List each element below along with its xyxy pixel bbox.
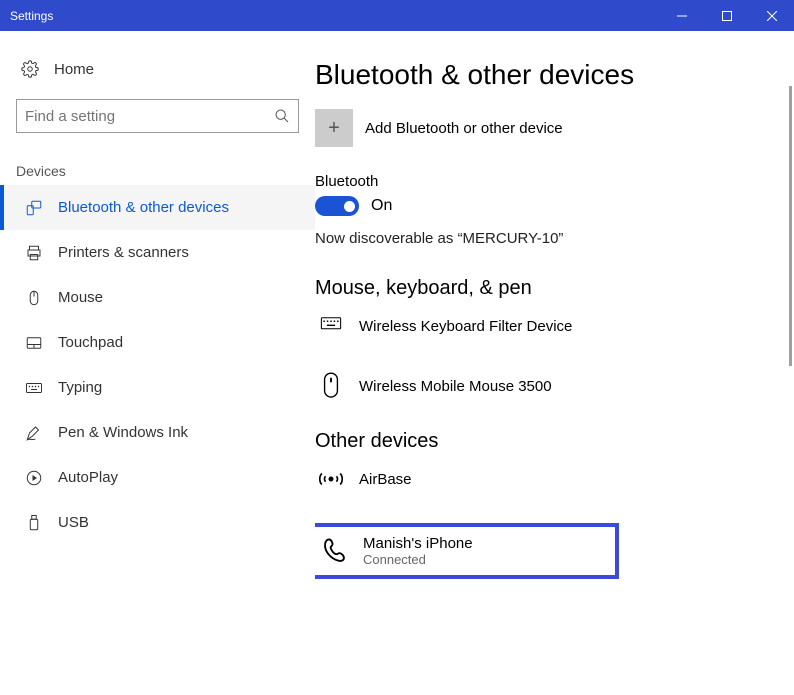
device-keyboard[interactable]: Wireless Keyboard Filter Device [315,310,776,342]
toggle-knob [344,201,355,212]
maximize-button[interactable] [704,0,749,31]
add-device-label: Add Bluetooth or other device [365,120,563,137]
bluetooth-label: Bluetooth [315,173,776,190]
sidebar-item-usb[interactable]: USB [0,500,315,545]
minimize-button[interactable] [659,0,704,31]
device-mouse[interactable]: Wireless Mobile Mouse 3500 [315,370,776,402]
nav-label: Typing [58,379,102,396]
sidebar-item-touchpad[interactable]: Touchpad [0,320,315,365]
category-other: Other devices [315,430,776,453]
nav-label: Printers & scanners [58,244,189,261]
nav-label: Pen & Windows Ink [58,424,188,441]
nav-label: AutoPlay [58,469,118,486]
titlebar: Settings [0,0,794,31]
keyboard-icon [315,310,347,342]
pen-icon [24,424,44,442]
main-content: Bluetooth & other devices + Add Bluetoot… [315,31,794,695]
nav-label: Touchpad [58,334,123,351]
plus-icon: + [315,109,353,147]
touchpad-icon [24,334,44,352]
nav-label: Mouse [58,289,103,306]
window-title: Settings [10,9,659,23]
device-name: Wireless Keyboard Filter Device [359,318,572,335]
sidebar-item-pen[interactable]: Pen & Windows Ink [0,410,315,455]
scrollbar-thumb[interactable] [789,86,792,366]
bluetooth-devices-icon [24,199,44,217]
mouse-icon [24,289,44,307]
bluetooth-toggle[interactable] [315,196,359,216]
cast-icon [315,463,347,495]
nav-label: USB [58,514,89,531]
home-label: Home [54,61,94,78]
highlighted-device: Manish's iPhone Connected [315,523,619,579]
device-iphone[interactable]: Manish's iPhone Connected [319,535,615,567]
category-mkp: Mouse, keyboard, & pen [315,277,776,300]
sidebar-item-typing[interactable]: Typing [0,365,315,410]
sidebar: Home Devices Bluetooth & other devices P… [0,31,315,695]
device-status: Connected [363,552,473,567]
group-devices-label: Devices [0,151,315,185]
bluetooth-toggle-row: On [315,196,776,216]
search-icon [274,108,290,124]
add-device-row[interactable]: + Add Bluetooth or other device [315,109,776,147]
device-airbase[interactable]: AirBase [315,463,776,495]
home-link[interactable]: Home [0,49,315,89]
phone-icon [319,535,351,567]
device-name: AirBase [359,471,412,488]
device-name: Wireless Mobile Mouse 3500 [359,378,552,395]
search-input[interactable] [25,108,274,125]
sidebar-item-mouse[interactable]: Mouse [0,275,315,320]
sidebar-item-bluetooth[interactable]: Bluetooth & other devices [0,185,315,230]
usb-icon [24,514,44,532]
toggle-state-label: On [371,197,392,215]
close-button[interactable] [749,0,794,31]
discoverable-text: Now discoverable as “MERCURY-10” [315,230,776,247]
mouse-icon [315,370,347,402]
search-input-wrap[interactable] [16,99,299,133]
autoplay-icon [24,469,44,487]
nav-label: Bluetooth & other devices [58,199,229,216]
keyboard-icon [24,379,44,397]
page-title: Bluetooth & other devices [315,59,776,91]
sidebar-item-printers[interactable]: Printers & scanners [0,230,315,275]
sidebar-item-autoplay[interactable]: AutoPlay [0,455,315,500]
device-name: Manish's iPhone [363,535,473,552]
gear-icon [20,60,40,78]
printer-icon [24,244,44,262]
